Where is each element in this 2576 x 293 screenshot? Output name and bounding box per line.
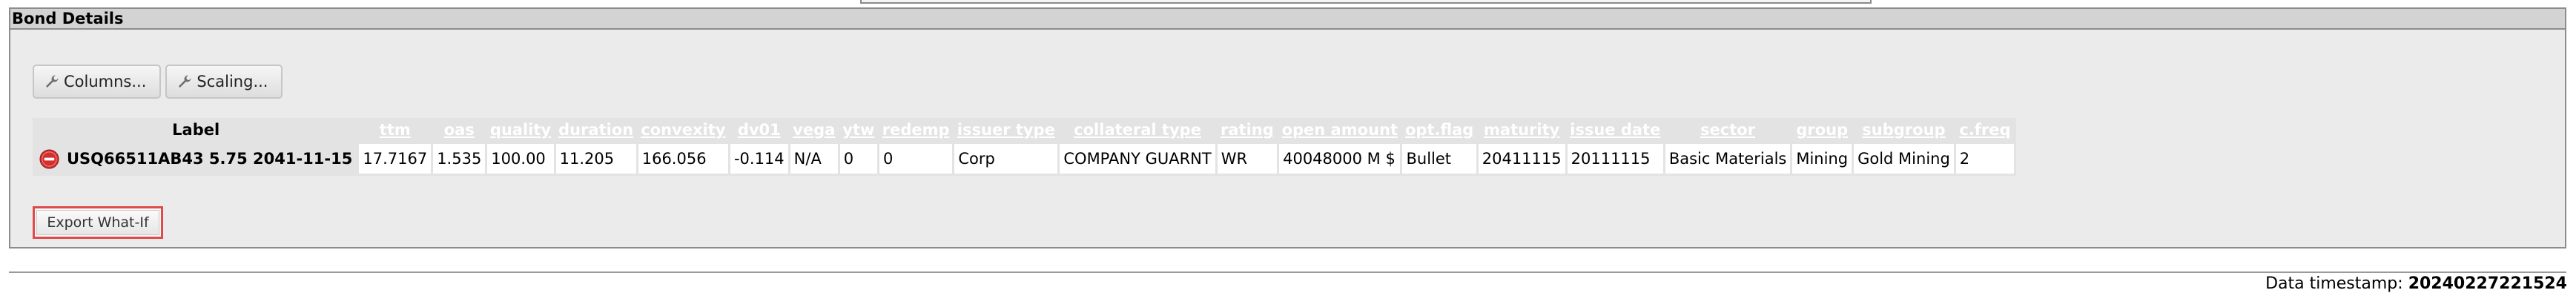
column-header[interactable]: oas — [432, 118, 486, 143]
column-header[interactable]: open amount — [1278, 118, 1401, 143]
cell-redemp: 0 — [876, 142, 955, 176]
column-header[interactable]: dv01 — [729, 118, 790, 143]
cell-issue-date: 20111115 — [1565, 142, 1665, 176]
column-header[interactable]: collateral type — [1058, 118, 1217, 143]
cell-dv01: -0.114 — [727, 142, 790, 176]
column-header[interactable]: quality — [486, 118, 555, 143]
cell-collateral-type: COMPANY GUARNT — [1057, 142, 1218, 176]
column-header[interactable]: opt.flag — [1401, 118, 1478, 143]
column-header[interactable]: issuer type — [953, 118, 1059, 143]
wrench-icon — [179, 75, 191, 88]
table-header-row: Label ttm oas quality duration convexity… — [33, 118, 2015, 143]
cell-quality: 100.00 — [485, 142, 556, 176]
row-label-cell: USQ66511AB43 5.75 2041-11-15 — [32, 142, 360, 176]
column-header[interactable]: maturity — [1477, 118, 1567, 143]
column-header[interactable]: sector — [1664, 118, 1791, 143]
cell-open-amount: 40048000 M $ — [1277, 142, 1403, 176]
column-header[interactable]: convexity — [637, 118, 730, 143]
column-header[interactable]: duration — [555, 118, 638, 143]
bond-details-panel: Bond Details Columns... Scaling... Label… — [9, 7, 2566, 248]
column-header[interactable]: redemp — [878, 118, 954, 143]
table-row: USQ66511AB43 5.75 2041-11-15 17.7167 1.5… — [32, 142, 2017, 176]
cell-ytw: 0 — [837, 142, 879, 176]
top-scrollbar[interactable] — [860, 0, 1872, 4]
panel-title: Bond Details — [10, 9, 2565, 30]
cell-vega: N/A — [787, 142, 840, 176]
cell-sector: Basic Materials — [1662, 142, 1793, 176]
remove-icon[interactable] — [39, 148, 59, 169]
export-what-if-button[interactable]: Export What-If — [33, 206, 163, 239]
column-header[interactable]: ytw — [839, 118, 879, 143]
columns-button[interactable]: Columns... — [33, 65, 162, 99]
column-header[interactable]: c.freq — [1955, 118, 2015, 143]
timestamp-value: 20240227221524 — [2408, 274, 2567, 293]
bond-table: Label ttm oas quality duration convexity… — [32, 118, 2017, 176]
cell-maturity: 20411115 — [1476, 142, 1568, 176]
column-header[interactable]: ttm — [357, 118, 432, 143]
column-header[interactable]: rating — [1216, 118, 1278, 143]
divider — [9, 271, 2566, 273]
column-header[interactable]: vega — [789, 118, 839, 143]
columns-button-label: Columns... — [64, 73, 147, 90]
cell-issuer-type: Corp — [952, 142, 1060, 176]
cell-c-freq: 2 — [1953, 142, 2017, 176]
cell-group: Mining — [1790, 142, 1855, 176]
column-header-label: Label — [33, 118, 358, 143]
bond-label: USQ66511AB43 5.75 2041-11-15 — [67, 150, 353, 168]
column-header[interactable]: subgroup — [1852, 118, 1955, 143]
cell-convexity: 166.056 — [635, 142, 730, 176]
cell-opt-flag: Bullet — [1400, 142, 1479, 176]
column-header[interactable]: group — [1791, 118, 1853, 143]
scaling-button-label: Scaling... — [196, 73, 268, 90]
cell-duration: 11.205 — [553, 142, 638, 176]
wrench-icon — [46, 75, 59, 88]
toolbar: Columns... Scaling... — [33, 65, 283, 99]
data-timestamp: Data timestamp: 20240227221524 — [2265, 274, 2567, 293]
cell-subgroup: Gold Mining — [1852, 142, 1956, 176]
cell-rating: WR — [1215, 142, 1280, 176]
cell-oas: 1.535 — [431, 142, 488, 176]
export-what-if-label: Export What-If — [36, 210, 159, 235]
timestamp-label: Data timestamp: — [2265, 274, 2403, 293]
column-header[interactable]: issue date — [1566, 118, 1665, 143]
scaling-button[interactable]: Scaling... — [165, 65, 283, 99]
cell-ttm: 17.7167 — [357, 142, 434, 176]
